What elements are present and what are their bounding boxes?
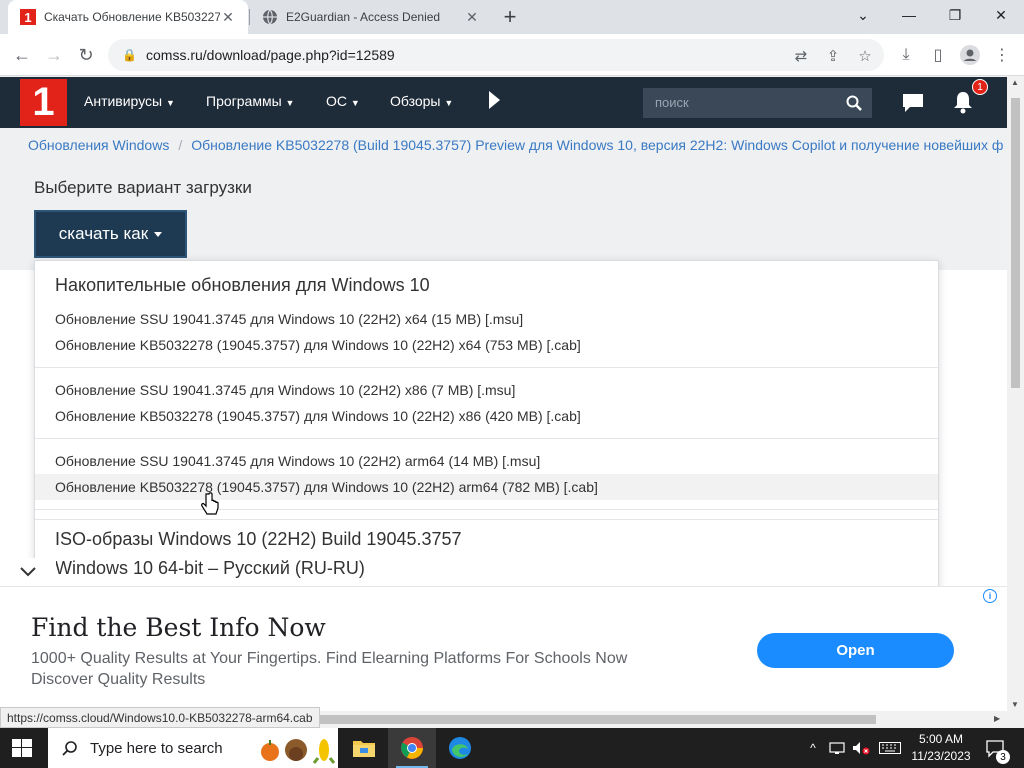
download-link-ssu-x86[interactable]: Обновление SSU 19041.3745 для Windows 10…	[35, 377, 938, 403]
choose-download-label: Выберите вариант загрузки	[34, 178, 252, 197]
notification-count-badge: 3	[996, 750, 1010, 764]
download-link-ssu-x64[interactable]: Обновление SSU 19041.3745 для Windows 10…	[35, 306, 938, 332]
breadcrumb-link-article[interactable]: Обновление KB5032278 (Build 19045.3757) …	[191, 137, 1003, 153]
tab-inactive[interactable]: E2Guardian - Access Denied ✕	[250, 0, 492, 34]
ad-banner: i Find the Best Info Now 1000+ Quality R…	[0, 586, 1007, 711]
close-window-button[interactable]: ✕	[978, 0, 1024, 30]
ad-info-icon[interactable]: i	[983, 589, 997, 603]
reload-button[interactable]: ↻	[74, 43, 98, 67]
download-link-kb-x86[interactable]: Обновление KB5032278 (19045.3757) для Wi…	[35, 403, 938, 429]
ad-title[interactable]: Find the Best Info Now	[31, 613, 326, 642]
scroll-right-arrow-icon[interactable]: ▶	[994, 714, 1000, 723]
tab-search-icon[interactable]: ⌄	[840, 0, 886, 30]
system-clock[interactable]: 5:00 AM 11/23/2023	[906, 731, 976, 765]
nav-reviews[interactable]: Обзоры ▼	[390, 93, 453, 109]
nav-os[interactable]: ОС ▼	[326, 93, 360, 109]
site-logo[interactable]: 1	[20, 79, 67, 126]
divider	[35, 519, 938, 520]
windows-taskbar: Type here to search ^ 5:00 AM 11/23/2023…	[0, 728, 1024, 768]
menu-kebab-icon[interactable]: ⋮	[990, 43, 1014, 67]
restore-button[interactable]: ❐	[932, 0, 978, 30]
breadcrumb: Обновления Windows / Обновление KB5032278 …	[0, 128, 1007, 162]
edge-icon[interactable]	[436, 728, 484, 768]
windows-start-icon[interactable]	[12, 739, 32, 757]
search-icon	[62, 741, 77, 756]
network-icon[interactable]	[826, 728, 848, 768]
download-as-button[interactable]: скачать как	[34, 210, 187, 258]
profile-avatar-icon[interactable]	[958, 43, 982, 67]
new-tab-button[interactable]: +	[498, 4, 522, 29]
forward-button[interactable]: →	[42, 43, 66, 67]
scroll-up-arrow-icon[interactable]: ▲	[1011, 78, 1019, 87]
tab-title: Скачать Обновление KB5032278	[44, 10, 220, 24]
ad-description-2: Discover Quality Results	[31, 671, 206, 688]
download-link-kb-x64[interactable]: Обновление KB5032278 (19045.3757) для Wi…	[35, 332, 938, 358]
hand-cursor-icon	[201, 492, 219, 515]
nav-antivirus[interactable]: Антивирусы ▼	[84, 93, 175, 109]
ad-open-button[interactable]: Open	[757, 633, 954, 668]
divider	[35, 367, 938, 368]
svg-text:1: 1	[24, 10, 31, 25]
tab-title: E2Guardian - Access Denied	[286, 10, 441, 24]
vertical-scrollbar[interactable]: ▲ ▼	[1007, 76, 1024, 711]
browser-tab-strip: 1 Скачать Обновление KB5032278 ✕ E2Guard…	[0, 0, 1024, 34]
bell-icon[interactable]	[952, 90, 974, 114]
dropdown-section-title: Накопительные обновления для Windows 10	[55, 275, 430, 295]
site-header: 1 Антивирусы ▼ Программы ▼ ОС ▼ Обзоры ▼…	[0, 77, 1007, 128]
address-bar[interactable]: 🔒 comss.ru/download/page.php?id=12589	[108, 39, 884, 71]
ad-description: 1000+ Quality Results at Your Fingertips…	[31, 650, 628, 667]
close-tab-icon[interactable]: ✕	[220, 9, 236, 25]
show-hidden-icons-chevron-icon[interactable]: ^	[804, 728, 822, 768]
translate-icon[interactable]: ⇄	[790, 45, 812, 67]
caret-down-icon	[154, 231, 163, 237]
action-center-icon[interactable]: 3	[980, 728, 1010, 768]
chevron-down-icon	[20, 567, 36, 577]
tab-active[interactable]: 1 Скачать Обновление KB5032278 ✕	[8, 0, 248, 34]
download-icon[interactable]: ⤓	[894, 43, 918, 67]
link-status-bar: https://comss.cloud/Windows10.0-KB503227…	[0, 707, 320, 728]
notification-badge: 1	[972, 79, 988, 95]
search-icon[interactable]	[836, 88, 872, 118]
nav-more-arrow-icon[interactable]	[489, 91, 500, 109]
keyboard-icon[interactable]	[876, 728, 904, 768]
iso-section-title: ISO-образы Windows 10 (22H2) Build 19045…	[55, 529, 462, 549]
browser-toolbar: ← → ↻ 🔒 comss.ru/download/page.php?id=12…	[0, 34, 1024, 76]
divider	[35, 509, 938, 510]
site-search-input[interactable]: поиск	[643, 88, 836, 118]
divider	[35, 438, 938, 439]
chat-bubble-icon[interactable]	[902, 93, 924, 113]
bookmark-star-icon[interactable]: ☆	[854, 45, 876, 67]
scroll-down-arrow-icon[interactable]: ▼	[1011, 700, 1019, 709]
download-link-ssu-arm64[interactable]: Обновление SSU 19041.3745 для Windows 10…	[35, 448, 938, 474]
close-tab-icon[interactable]: ✕	[464, 9, 480, 25]
taskbar-search-box[interactable]: Type here to search	[48, 728, 338, 768]
iso-language-item[interactable]: Windows 10 64-bit – Русский (RU-RU)	[55, 558, 365, 579]
vertical-scroll-thumb[interactable]	[1011, 98, 1020, 388]
globe-icon	[263, 9, 277, 25]
back-button[interactable]: ←	[10, 43, 34, 67]
url-text: comss.ru/download/page.php?id=12589	[146, 47, 395, 63]
side-panel-icon[interactable]: ▯	[926, 43, 950, 67]
chrome-icon[interactable]	[388, 728, 436, 768]
nav-programs[interactable]: Программы ▼	[206, 93, 294, 109]
volume-muted-icon[interactable]	[850, 728, 872, 768]
download-link-kb-arm64[interactable]: Обновление KB5032278 (19045.3757) для Wi…	[35, 474, 938, 500]
file-explorer-icon[interactable]	[340, 728, 388, 768]
minimize-button[interactable]: —	[886, 0, 932, 30]
thanksgiving-decoration-icon	[261, 739, 336, 764]
breadcrumb-link-windows-updates[interactable]: Обновления Windows	[28, 137, 169, 153]
lock-icon[interactable]: 🔒	[122, 48, 137, 62]
collapse-ad-button[interactable]	[0, 558, 56, 586]
share-icon[interactable]: ⇪	[822, 45, 844, 67]
comss-favicon-icon: 1	[20, 9, 36, 25]
